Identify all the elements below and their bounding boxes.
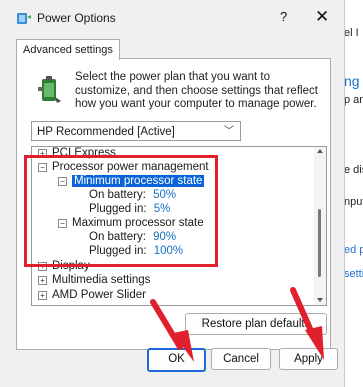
setting-label: Plugged in: [89, 203, 147, 215]
setting-value-link[interactable]: 5% [154, 203, 171, 215]
expand-plus-icon[interactable]: + [38, 291, 47, 300]
tree-item-label: Processor power management [52, 161, 209, 173]
expand-plus-icon[interactable]: + [38, 149, 47, 158]
tree-item-multimedia-settings[interactable]: + Multimedia settings [38, 273, 150, 287]
background-text: p an [344, 94, 363, 106]
tree-item-plugged-in[interactable]: Plugged in: 100% [89, 244, 183, 258]
background-text: nput [344, 196, 363, 208]
tree-item-label: Multimedia settings [52, 274, 151, 286]
restore-plan-defaults-button[interactable]: Restore plan defaults [185, 313, 327, 335]
setting-value-link[interactable]: 90% [153, 231, 176, 243]
tree-item-maximum-processor-state[interactable]: − Maximum processor state [58, 216, 204, 230]
tree-item-amd-power-slider[interactable]: + AMD Power Slider [38, 288, 146, 302]
tree-item-display[interactable]: + Display [38, 259, 90, 273]
setting-label: On battery: [89, 189, 146, 201]
tree-item-pci-express[interactable]: + PCI Express [38, 147, 116, 160]
tree-item-minimum-processor-state[interactable]: − Minimum processor state [58, 174, 205, 188]
collapse-minus-icon[interactable]: − [58, 177, 67, 186]
cancel-button[interactable]: Cancel [211, 348, 271, 370]
help-button[interactable]: ? [280, 9, 287, 24]
background-text: ng [344, 73, 360, 89]
setting-value-link[interactable]: 50% [153, 189, 176, 201]
window-title: Power Options [37, 11, 116, 25]
setting-label: On battery: [89, 231, 146, 243]
power-options-icon [17, 13, 31, 24]
tree-item-processor-power-management[interactable]: − Processor power management [38, 160, 209, 174]
collapse-minus-icon[interactable]: − [58, 219, 67, 228]
tree-item-label: AMD Power Slider [52, 289, 146, 301]
background-link[interactable]: setti [344, 268, 363, 280]
tree-item-on-battery[interactable]: On battery: 50% [89, 188, 176, 202]
intro-text: Select the power plan that you want to c… [75, 71, 318, 110]
tree-scrollbar[interactable] [314, 147, 326, 305]
background-link[interactable]: ed p [344, 244, 363, 256]
scrollbar-thumb[interactable] [318, 209, 321, 277]
tree-item-label: Display [52, 260, 90, 272]
ok-button[interactable]: OK [147, 348, 206, 372]
scroll-up-arrow-icon[interactable] [317, 149, 323, 153]
tree-item-on-battery[interactable]: On battery: 90% [89, 230, 176, 244]
setting-value-link[interactable]: 100% [154, 245, 183, 257]
tree-item-plugged-in[interactable]: Plugged in: 5% [89, 202, 170, 216]
background-text: e dis [344, 164, 363, 176]
expand-plus-icon[interactable]: + [38, 276, 47, 285]
apply-button[interactable]: Apply [279, 348, 338, 370]
tree-item-label: PCI Express [52, 147, 116, 159]
settings-tree[interactable]: + PCI Express − Processor power manageme… [31, 146, 327, 306]
scroll-down-arrow-icon[interactable] [317, 298, 323, 302]
title-bar[interactable]: Power Options ? ✕ [0, 0, 344, 34]
battery-plug-icon [38, 76, 61, 103]
setting-label: Plugged in: [89, 245, 147, 257]
close-button[interactable]: ✕ [315, 7, 329, 27]
power-options-dialog: Power Options ? ✕ Advanced settings Sele… [0, 0, 345, 387]
background-text: el I [344, 27, 359, 39]
tab-advanced-settings[interactable]: Advanced settings [16, 39, 120, 60]
tree-item-label: Maximum processor state [72, 217, 204, 229]
chevron-down-icon: ﹀ [224, 126, 234, 137]
tree-item-label-selected: Minimum processor state [72, 175, 205, 187]
power-plan-value: HP Recommended [Active] [37, 126, 175, 138]
power-plan-select[interactable]: HP Recommended [Active] ﹀ [31, 121, 241, 141]
collapse-minus-icon[interactable]: − [38, 163, 47, 172]
advanced-settings-panel: Select the power plan that you want to c… [16, 58, 331, 350]
expand-plus-icon[interactable]: + [38, 262, 47, 271]
